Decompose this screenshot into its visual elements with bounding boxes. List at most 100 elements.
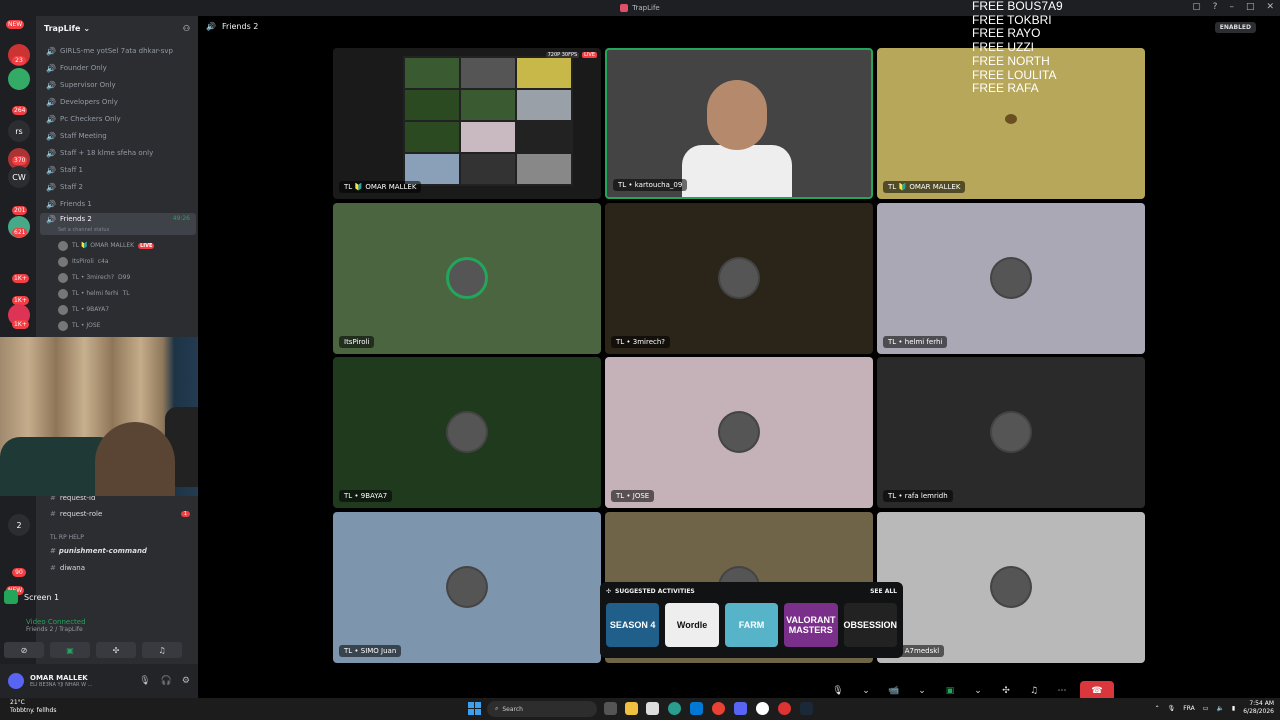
weather-widget[interactable]: 21°C Tobbtny. fellhds (10, 699, 56, 715)
battery-icon[interactable]: ▮ (1232, 705, 1235, 712)
microphone-icon[interactable]: 🎙 (139, 676, 150, 686)
volume-icon[interactable]: 🔈 (1216, 705, 1223, 712)
taskbar-search[interactable]: ⌕ Search (487, 701, 597, 717)
text-channel[interactable]: # diwana (40, 560, 85, 576)
server-icon-2[interactable]: 2 (8, 514, 30, 536)
user-name[interactable]: OMAR MALLEK (30, 674, 92, 682)
see-all-link[interactable]: SEE ALL (870, 588, 897, 595)
app-icon[interactable] (756, 702, 769, 715)
activity-card[interactable]: Wordle (665, 603, 719, 647)
participant-name: TL • JOSE (611, 490, 655, 502)
participant-name: TL • kartoucha_09 (613, 179, 688, 191)
video-tile[interactable]: TL • 3mirech? (605, 203, 873, 354)
voice-user[interactable]: TL • helmi ferhi TL (58, 286, 130, 301)
search-label: Search (502, 705, 523, 713)
channel-status[interactable]: Set a channel status (58, 227, 109, 233)
voice-channel[interactable]: 🔊 Staff 2 (40, 179, 196, 195)
file-explorer-icon[interactable] (625, 702, 638, 715)
add-member-icon[interactable]: ⚇ (183, 24, 190, 33)
category-name: TL RP HELP (50, 533, 84, 541)
speaker-icon: 🔊 (46, 199, 56, 209)
activities-icon: ✣ (606, 588, 612, 595)
video-tile[interactable]: TL • JOSE (605, 357, 873, 508)
avatar (58, 256, 68, 267)
server-icon[interactable] (8, 68, 30, 90)
channel-name: Developers Only (59, 98, 118, 106)
avatar[interactable] (8, 673, 24, 689)
windows-start-icon[interactable] (468, 702, 481, 715)
activity-card[interactable]: FARM (724, 603, 779, 647)
store-icon[interactable] (646, 702, 659, 715)
weather-desc: Tobbtny. fellhds (10, 707, 57, 714)
taskbar: 21°C Tobbtny. fellhds ⌕ Search ⌃ 🎙 FRA ▭ … (0, 698, 1280, 720)
network-icon[interactable]: ▭ (1203, 705, 1209, 712)
speaker-icon: 🔊 (206, 22, 216, 31)
edge-icon[interactable] (668, 702, 681, 715)
participant-name: TL 🔰 OMAR MALLEK (883, 181, 966, 193)
mail-icon[interactable] (690, 702, 703, 715)
microphone-icon[interactable]: 🎙 (1168, 705, 1176, 712)
user-name: TL 🔰 OMAR MALLEK (72, 242, 135, 249)
steam-icon[interactable] (800, 702, 813, 715)
connection-status[interactable]: Video Connected (26, 618, 194, 626)
clock[interactable]: 7:54 AM 6/28/2026 (1243, 700, 1274, 716)
voice-channel[interactable]: 🔊 Supervisor Only (40, 77, 196, 93)
server-icon-rs[interactable]: rs (8, 120, 30, 142)
server-initials: 2 (16, 520, 22, 530)
camera-off-button[interactable]: ⊘ (4, 642, 44, 658)
close-button[interactable]: ✕ (1266, 2, 1274, 12)
voice-channel[interactable]: 🔊 Pc Checkers Only (40, 111, 196, 127)
connection-location[interactable]: Friends 2 / TrapLife (26, 626, 194, 633)
video-tile[interactable]: TL • A7medskl (877, 512, 1145, 663)
server-icon-cw[interactable]: CW (8, 166, 30, 188)
video-tile[interactable]: ItsPiroli (333, 203, 601, 354)
inbox-icon[interactable]: ▢ (1192, 2, 1201, 12)
headphones-icon[interactable]: 🎧 (161, 676, 172, 686)
voice-channel[interactable]: 🔊 Staff 1 (40, 162, 196, 178)
voice-user[interactable]: TL • JOSE (58, 318, 100, 333)
video-tile[interactable]: TL • SIMO Juan (333, 512, 601, 663)
voice-user[interactable]: TL 🔰 OMAR MALLEK LIVE (58, 238, 155, 253)
maximize-button[interactable]: □ (1246, 2, 1255, 12)
text-channel[interactable]: # request-role 1 (40, 506, 196, 522)
mention-badge: 370 (12, 156, 28, 165)
video-tile[interactable]: 720P 30FPS LIVE TL 🔰 OMAR MALLEK (333, 48, 601, 199)
voice-channel[interactable]: 🔊 Developers Only (40, 94, 196, 110)
task-view-icon[interactable] (604, 702, 617, 715)
activity-card[interactable]: VALORANT MASTERS (784, 603, 838, 647)
video-tile[interactable]: TL • helmi ferhi (877, 203, 1145, 354)
voice-user[interactable]: TL • 3mirech? D99 (58, 270, 130, 285)
voice-channel[interactable]: 🔊 GIRLS-me yotSel 7ata dhkar-svp (40, 43, 196, 59)
video-tile[interactable]: TL • rafa lemridh (877, 357, 1145, 508)
activities-button[interactable]: ✣ (96, 642, 136, 658)
voice-channel[interactable]: 🔊 Staff Meeting (40, 128, 196, 144)
language-indicator[interactable]: FRA (1183, 705, 1194, 712)
screen-share-row[interactable]: Screen 1 (4, 586, 194, 608)
text-channel[interactable]: # punishment-command (40, 543, 147, 559)
screen-share-preview (403, 56, 573, 186)
voice-channel[interactable]: 🔊 Founder Only (40, 60, 196, 76)
discord-icon[interactable] (734, 702, 747, 715)
share-screen-button[interactable]: ▣ (50, 642, 90, 658)
voice-user[interactable]: ItsPiroli c4a (58, 254, 109, 269)
video-tile[interactable]: TL • 9BAYA7 (333, 357, 601, 508)
participant-name: ItsPiroli (339, 336, 375, 348)
minimize-button[interactable]: – (1229, 2, 1234, 12)
app-icon[interactable] (778, 702, 791, 715)
activity-card[interactable]: OBSESSION (843, 603, 898, 647)
activity-card[interactable]: SEASON 4 (606, 603, 660, 647)
window-title: TrapLife (632, 4, 660, 12)
video-tile[interactable]: TL • kartoucha_09 (605, 48, 873, 199)
avatar (718, 411, 760, 453)
voice-user[interactable]: TL • 9BAYA7 (58, 302, 109, 317)
mention-badge: 201 (12, 206, 28, 215)
server-header[interactable]: TrapLife ⌄ ⚇ (36, 16, 198, 40)
enabled-badge[interactable]: ENABLED (1214, 22, 1256, 33)
help-icon[interactable]: ? (1213, 2, 1218, 12)
soundboard-button[interactable]: ♫ (142, 642, 182, 658)
chevron-up-icon[interactable]: ⌃ (1155, 705, 1160, 712)
voice-channel[interactable]: 🔊 Friends 1 (40, 196, 196, 212)
gear-icon[interactable]: ⚙ (182, 676, 190, 686)
chrome-icon[interactable] (712, 702, 725, 715)
voice-channel[interactable]: 🔊 Staff + 18 klme sfeha only (40, 145, 196, 161)
